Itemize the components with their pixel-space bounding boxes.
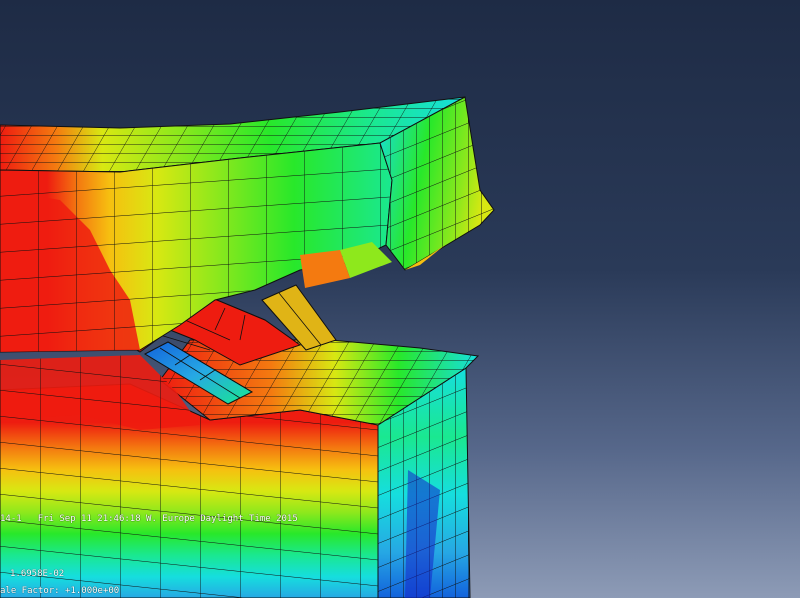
scale-factor-readout: ale Factor: +1.000e+00 [0, 586, 120, 596]
status-line: 14-1 Fri Sep 11 21:46:18 W. Europe Daylig… [0, 514, 298, 524]
model-viewport[interactable] [0, 0, 800, 598]
status-step: 14-1 [0, 514, 22, 524]
legend-min-value: 1.6958E-02 [10, 569, 65, 579]
status-timestamp: Fri Sep 11 21:46:18 W. Europe Daylight T… [37, 514, 298, 524]
